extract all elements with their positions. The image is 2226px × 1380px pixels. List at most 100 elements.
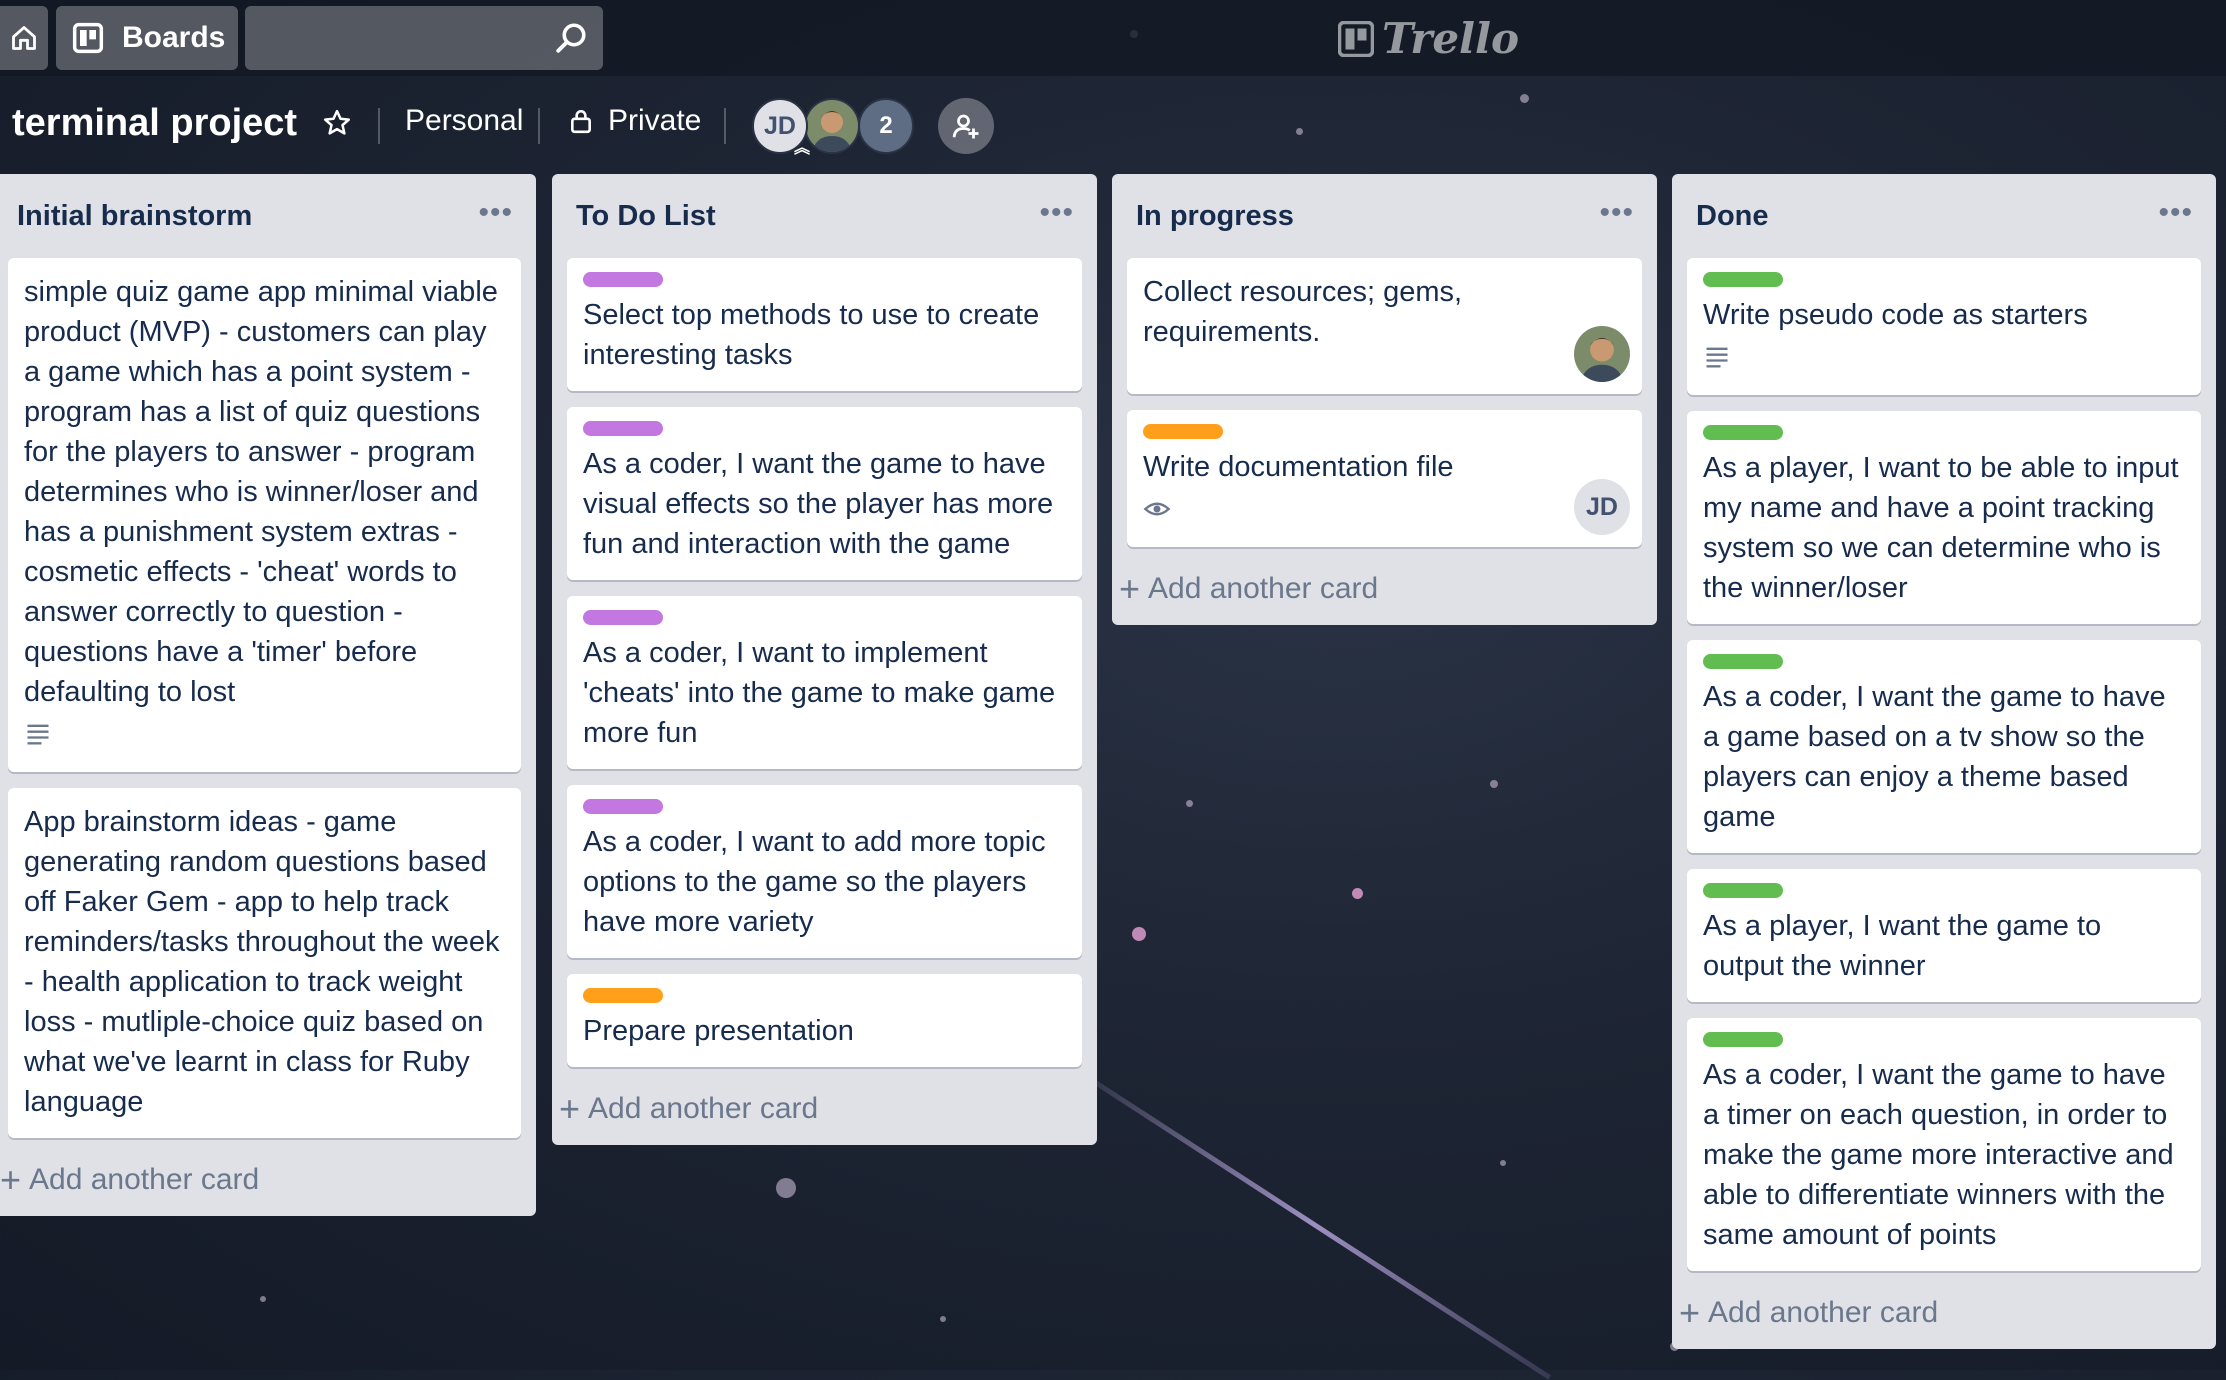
card-label-green[interactable] — [1703, 883, 1783, 898]
watch-icon — [1143, 502, 1171, 516]
list-title[interactable]: To Do List — [576, 200, 716, 233]
star — [1352, 888, 1363, 899]
header-divider — [724, 108, 726, 144]
board-title[interactable]: terminal project — [12, 102, 297, 145]
list-to-do: To Do List ••• Select top methods to use… — [552, 174, 1097, 1145]
star-board-button[interactable] — [322, 108, 352, 143]
add-card-label: Add another card — [1708, 1296, 1939, 1329]
star — [1296, 128, 1303, 135]
star-icon — [324, 109, 350, 135]
card-title: As a coder, I want the game to have visu… — [583, 448, 1054, 560]
boards-button[interactable]: Boards — [56, 6, 238, 70]
card-label-green[interactable] — [1703, 425, 1783, 440]
card-member-avatar-jd[interactable]: JD — [1574, 479, 1630, 535]
trello-logo-icon — [1338, 20, 1374, 57]
list-title[interactable]: Done — [1696, 200, 1769, 233]
card-title: Collect resources; gems, requirements. — [1143, 276, 1463, 348]
list-title[interactable]: In progress — [1136, 200, 1294, 233]
visibility-label: Private — [608, 104, 702, 137]
description-icon — [27, 724, 49, 745]
list-header: Done ••• — [1687, 174, 2201, 258]
description-icon — [1706, 347, 1728, 368]
card-label-orange[interactable] — [1143, 424, 1223, 439]
card[interactable]: As a coder, I want the game to have a ti… — [1687, 1018, 2201, 1271]
card-member-avatar[interactable] — [1574, 326, 1630, 382]
card-label-purple[interactable] — [583, 421, 663, 436]
star — [776, 1178, 796, 1198]
invite-member-button[interactable] — [938, 98, 994, 154]
card-title: simple quiz game app minimal viable prod… — [24, 276, 498, 708]
member-initials: JD — [1586, 493, 1618, 521]
card-label-green[interactable] — [1703, 654, 1783, 669]
plus-icon: + — [1679, 1292, 1701, 1333]
card[interactable]: Collect resources; gems, requirements. — [1127, 258, 1642, 394]
star — [940, 1316, 946, 1322]
card-badges — [1143, 487, 1626, 531]
header-divider — [538, 108, 540, 144]
list-header: In progress ••• — [1127, 174, 1642, 258]
admin-chevron-icon: ︽ — [793, 140, 810, 157]
add-card-button[interactable]: + Add another card — [1679, 1287, 2201, 1349]
star — [1186, 800, 1193, 807]
card[interactable]: As a coder, I want to implement 'cheats'… — [567, 596, 1082, 769]
more-members-button[interactable]: 2 — [858, 98, 914, 154]
visibility-button[interactable]: Private — [568, 104, 701, 138]
add-card-label: Add another card — [588, 1092, 819, 1125]
card-title: As a player, I want the game to output t… — [1703, 910, 2102, 982]
team-label: Personal — [405, 104, 524, 137]
search-icon[interactable] — [553, 20, 589, 56]
team-button[interactable]: Personal — [405, 104, 523, 138]
card[interactable]: Write pseudo code as starters — [1687, 258, 2201, 395]
list-menu-icon[interactable]: ••• — [2158, 196, 2193, 230]
add-card-label: Add another card — [29, 1163, 260, 1196]
plus-icon: + — [559, 1088, 581, 1129]
card-label-purple[interactable] — [583, 272, 663, 287]
list-title[interactable]: Initial brainstorm — [17, 200, 252, 233]
list-done: Done ••• Write pseudo code as starters A… — [1672, 174, 2216, 1349]
card-label-purple[interactable] — [583, 799, 663, 814]
avatar-photo-icon — [1574, 326, 1630, 382]
star — [1500, 1160, 1506, 1166]
boards-label: Boards — [122, 21, 226, 54]
list-menu-icon[interactable]: ••• — [1039, 196, 1074, 230]
card[interactable]: simple quiz game app minimal viable prod… — [8, 258, 521, 772]
add-member-icon — [952, 114, 979, 139]
card-label-green[interactable] — [1703, 272, 1783, 287]
card[interactable]: App brainstorm ideas - game generating r… — [8, 788, 521, 1138]
card[interactable]: Select top methods to use to create inte… — [567, 258, 1082, 391]
list-initial-brainstorm: Initial brainstorm ••• simple quiz game … — [0, 174, 536, 1216]
card[interactable]: As a player, I want the game to output t… — [1687, 869, 2201, 1002]
card-label-orange[interactable] — [583, 988, 663, 1003]
more-members-count: 2 — [879, 112, 893, 139]
home-icon — [12, 26, 36, 50]
boards-icon — [72, 22, 104, 54]
lock-icon — [571, 109, 591, 134]
card-title: App brainstorm ideas - game generating r… — [24, 806, 500, 1118]
star — [1132, 927, 1146, 941]
add-card-button[interactable]: + Add another card — [0, 1154, 521, 1216]
card[interactable]: As a coder, I want the game to have a ga… — [1687, 640, 2201, 853]
card-title: Prepare presentation — [583, 1015, 854, 1047]
trello-logo[interactable]: Trello — [1338, 14, 1519, 63]
card[interactable]: As a coder, I want to add more topic opt… — [567, 785, 1082, 958]
card-label-purple[interactable] — [583, 610, 663, 625]
card[interactable]: Prepare presentation — [567, 974, 1082, 1067]
star — [1490, 780, 1498, 788]
member-avatar-photo[interactable] — [804, 98, 860, 154]
list-header: Initial brainstorm ••• — [8, 174, 521, 258]
header-divider — [378, 108, 380, 144]
list-menu-icon[interactable]: ••• — [478, 196, 513, 230]
list-menu-icon[interactable]: ••• — [1599, 196, 1634, 230]
card-title: As a coder, I want to implement 'cheats'… — [583, 637, 1056, 749]
card-label-green[interactable] — [1703, 1032, 1783, 1047]
add-card-button[interactable]: + Add another card — [559, 1083, 1082, 1145]
home-button[interactable] — [0, 6, 48, 70]
search-input[interactable] — [245, 6, 603, 70]
add-card-label: Add another card — [1148, 572, 1379, 605]
card[interactable]: As a player, I want to be able to input … — [1687, 411, 2201, 624]
add-card-button[interactable]: + Add another card — [1119, 563, 1642, 625]
card[interactable]: Write documentation file JD — [1127, 410, 1642, 547]
card[interactable]: As a coder, I want the game to have visu… — [567, 407, 1082, 580]
member-avatar-jd[interactable]: JD ︽ — [752, 98, 810, 157]
logo-text: Trello — [1382, 14, 1519, 63]
